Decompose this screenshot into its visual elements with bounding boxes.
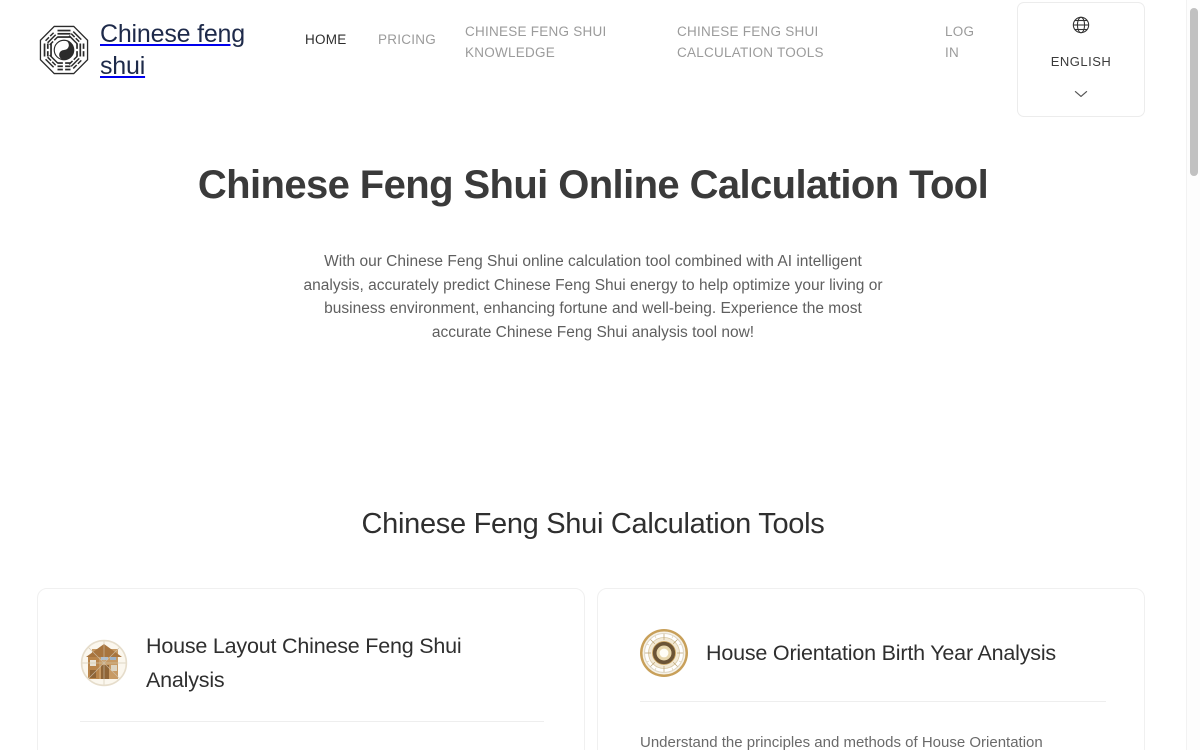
- page-viewport: Chinese feng shui HOME PRICING CHINESE F…: [0, 0, 1200, 750]
- nav-item-knowledge[interactable]: CHINESE FENG SHUI KNOWLEDGE: [465, 22, 615, 64]
- brand-logo-link[interactable]: Chinese feng shui: [38, 18, 318, 82]
- house-layout-illustration-icon: [80, 639, 128, 687]
- site-header: Chinese feng shui HOME PRICING CHINESE F…: [0, 0, 1186, 120]
- nav-item-calculation-tools[interactable]: CHINESE FENG SHUI CALCULATION TOOLS: [677, 22, 827, 64]
- hero-section: Chinese Feng Shui Online Calculation Too…: [0, 160, 1186, 344]
- tool-card-header: House Layout Chinese Feng Shui Analysis: [80, 629, 544, 697]
- tool-card-header: House Orientation Birth Year Analysis: [640, 629, 1104, 677]
- nav-item-log-in[interactable]: LOG IN: [945, 22, 987, 64]
- page-scrollbar-thumb[interactable]: [1190, 8, 1198, 176]
- chevron-down-icon[interactable]: [1073, 89, 1089, 99]
- nav-item-home[interactable]: HOME: [305, 30, 369, 51]
- luopan-compass-icon: [640, 629, 688, 677]
- language-switcher[interactable]: ENGLISH: [1017, 2, 1145, 117]
- bagua-yinyang-icon: [39, 25, 89, 75]
- tools-section-heading: Chinese Feng Shui Calculation Tools: [361, 508, 825, 540]
- tool-card-title: House Orientation Birth Year Analysis: [706, 641, 1056, 665]
- tool-card-house-layout[interactable]: House Layout Chinese Feng Shui Analysis: [37, 588, 585, 750]
- tools-grid: House Layout Chinese Feng Shui Analysis: [37, 588, 1145, 750]
- main-navigation: HOME PRICING CHINESE FENG SHUI KNOWLEDGE…: [305, 22, 1005, 82]
- hero-description: With our Chinese Feng Shui online calcul…: [303, 253, 883, 341]
- tool-card-title: House Layout Chinese Feng Shui Analysis: [146, 634, 462, 692]
- globe-icon: [1072, 16, 1090, 34]
- page-scrollbar-track[interactable]: [1186, 0, 1200, 750]
- nav-item-pricing[interactable]: PRICING: [378, 30, 448, 51]
- tool-card-description: Understand the principles and methods of…: [640, 734, 1043, 750]
- tool-card-divider: [640, 701, 1106, 702]
- brand-name: Chinese feng shui: [100, 20, 245, 80]
- language-label: ENGLISH: [1050, 54, 1112, 69]
- page-title: Chinese Feng Shui Online Calculation Too…: [197, 163, 989, 207]
- tool-card-house-orientation[interactable]: House Orientation Birth Year Analysis Un…: [597, 588, 1145, 750]
- tool-card-divider: [80, 721, 544, 722]
